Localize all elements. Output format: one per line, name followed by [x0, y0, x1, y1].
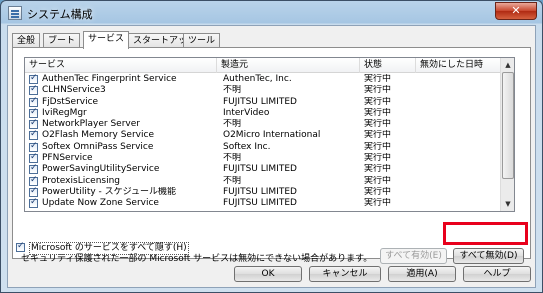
service-checkbox[interactable] [29, 96, 38, 107]
disable-all-button[interactable]: すべて無効(D) [453, 248, 524, 264]
service-status: 実行中 [364, 74, 392, 84]
service-name: CLHNService3 [42, 85, 106, 96]
service-manufacturer: FUJITSU LIMITED [223, 96, 297, 107]
help-button[interactable]: ヘルプ [463, 266, 531, 282]
column-header-disabled-date[interactable]: 無効にした日時 [416, 58, 501, 73]
table-row[interactable]: CLHNService3 不明 実行中 [25, 84, 501, 96]
tab-boot[interactable]: ブート [43, 33, 81, 48]
scroll-down-icon[interactable]: ▼ [502, 198, 514, 210]
service-status: 実行中 [364, 85, 392, 96]
window-title: システム構成 [27, 8, 93, 21]
service-manufacturer: 不明 [223, 175, 242, 186]
service-manufacturer: 不明 [223, 119, 242, 130]
system-config-icon [8, 6, 22, 20]
service-status: 実行中 [364, 186, 392, 197]
hide-ms-checkbox-box[interactable] [16, 241, 25, 252]
table-row[interactable]: IviRegMgr InterVideo 実行中 [25, 107, 501, 119]
service-manufacturer: Softex Inc. [223, 141, 271, 152]
cancel-button[interactable]: キャンセル [309, 266, 381, 282]
tab-services[interactable]: サービス [83, 31, 130, 49]
column-header-service[interactable]: サービス [25, 58, 217, 73]
service-checkbox[interactable] [29, 152, 38, 164]
table-row[interactable]: ProtexisLicensing 不明 実行中 [25, 175, 501, 187]
service-manufacturer: FUJITSU LIMITED [223, 186, 297, 197]
table-row[interactable]: O2Flash Memory Service O2Micro Internatio… [25, 129, 501, 141]
service-manufacturer: AuthenTec, Inc. [223, 74, 292, 84]
service-manufacturer: O2Micro International [223, 130, 321, 141]
service-name: IviRegMgr [42, 107, 87, 118]
service-name: O2Flash Memory Service [42, 130, 154, 141]
service-checkbox[interactable] [29, 141, 38, 152]
scroll-up-icon[interactable]: ▲ [502, 59, 514, 71]
hide-ms-label: Microsoft のサービスをすべて隠す(H) [29, 242, 189, 255]
service-checkbox[interactable] [29, 129, 38, 141]
service-status: 実行中 [364, 164, 392, 175]
service-name: PFNService [42, 153, 93, 164]
close-button[interactable]: ✕ [495, 2, 537, 20]
column-header-manufacturer[interactable]: 製造元 [217, 58, 360, 73]
service-status: 実行中 [364, 198, 392, 209]
service-status: 実行中 [364, 96, 392, 107]
table-row[interactable]: PowerUtility - スケジュール機能 FUJITSU LIMITED 実行… [25, 186, 501, 198]
dialog-body: 全般 ブート サービス スタートアップ ツール サービス 製造元 状態 無効にし… [7, 25, 536, 288]
service-rows: AuthenTec Fingerprint Service AuthenTec, … [25, 73, 501, 210]
service-name: ProtexisLicensing [42, 175, 121, 186]
service-name: Softex OmniPass Service [42, 141, 154, 152]
apply-button[interactable]: 適用(A) [388, 266, 456, 282]
table-row[interactable]: PowerSavingUtilityService FUJITSU LIMITED… [25, 163, 501, 175]
ok-button[interactable]: OK [234, 266, 302, 282]
service-manufacturer: 不明 [223, 153, 242, 164]
table-row[interactable]: NetworkPlayer Server 不明 実行中 [25, 118, 501, 130]
service-checkbox[interactable] [29, 197, 38, 209]
service-checkbox[interactable] [29, 163, 38, 175]
service-manufacturer: InterVideo [223, 107, 270, 118]
column-header-status[interactable]: 状態 [360, 58, 416, 73]
table-row[interactable]: AuthenTec Fingerprint Service AuthenTec, … [25, 73, 501, 85]
service-manufacturer: 不明 [223, 85, 242, 96]
tab-general[interactable]: 全般 [12, 33, 41, 48]
service-status: 実行中 [364, 130, 392, 141]
service-checkbox[interactable] [29, 84, 38, 96]
service-name: AuthenTec Fingerprint Service [42, 74, 177, 84]
service-manufacturer: FUJITSU LIMITED [223, 164, 297, 175]
table-row[interactable]: FjDstService FUJITSU LIMITED 実行中 [25, 96, 501, 108]
services-list[interactable]: サービス 製造元 状態 無効にした日時 AuthenTec Fingerprin… [24, 57, 515, 212]
scroll-thumb[interactable] [502, 72, 514, 179]
list-scrollbar[interactable]: ▲ ▼ [500, 58, 514, 211]
service-checkbox[interactable] [29, 107, 38, 118]
service-checkbox[interactable] [29, 73, 38, 84]
service-checkbox[interactable] [29, 118, 38, 130]
service-name: Update Now Zone Service [42, 198, 159, 209]
service-checkbox[interactable] [29, 186, 38, 197]
enable-all-button[interactable]: すべて有効(E) [380, 248, 447, 264]
list-header: サービス 製造元 状態 無効にした日時 [25, 58, 501, 73]
system-config-window: システム構成 ✕ 全般 ブート サービス スタートアップ ツール サービス 製造… [0, 0, 543, 293]
tab-tools[interactable]: ツール [183, 33, 221, 48]
service-name: FjDstService [42, 96, 99, 107]
title-bar[interactable]: システム構成 ✕ [1, 1, 542, 25]
service-name: NetworkPlayer Server [42, 119, 140, 130]
table-row[interactable]: Softex OmniPass Service Softex Inc. 実行中 [25, 141, 501, 153]
highlight-box [443, 222, 528, 245]
service-status: 実行中 [364, 107, 392, 118]
service-name: PowerSavingUtilityService [42, 164, 160, 175]
service-status: 実行中 [364, 153, 392, 164]
table-row[interactable]: PFNService 不明 実行中 [25, 152, 501, 164]
service-name: PowerUtility - スケジュール機能 [42, 186, 177, 197]
service-checkbox[interactable] [29, 175, 38, 186]
service-status: 実行中 [364, 175, 392, 186]
service-status: 実行中 [364, 141, 392, 152]
service-manufacturer: FUJITSU LIMITED [223, 198, 297, 209]
service-status: 実行中 [364, 119, 392, 130]
table-row[interactable]: Update Now Zone Service FUJITSU LIMITED 実行… [25, 197, 501, 209]
